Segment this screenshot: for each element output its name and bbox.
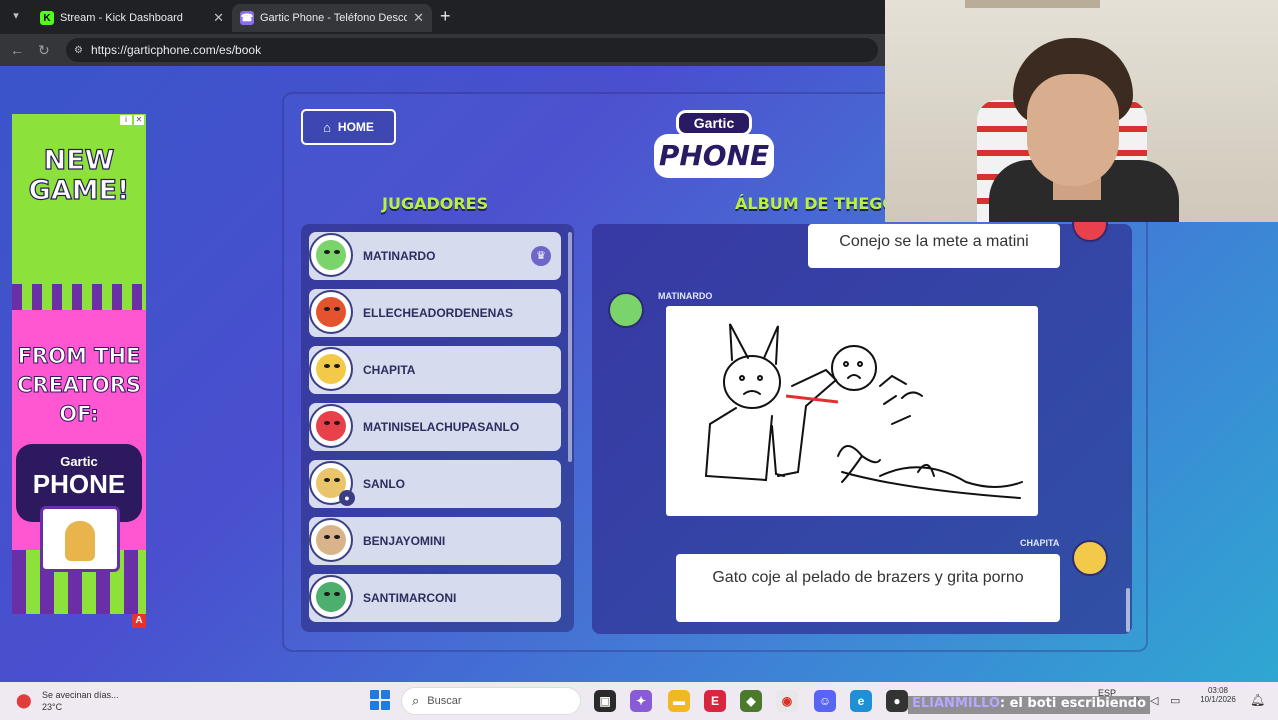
player-card[interactable]: SANTIMARCONI — [309, 574, 561, 622]
url-text: https://garticphone.com/es/book — [90, 43, 262, 57]
chat-overlay-text: : el boti escribiendo — [999, 696, 1147, 711]
avatar — [309, 347, 353, 391]
copilot-icon[interactable]: ✦ — [630, 690, 652, 712]
weather-temp: 23°C — [42, 702, 63, 712]
address-bar-row: ← ↻ ⚙ https://garticphone.com/es/book — [0, 34, 885, 66]
reload-icon[interactable]: ↻ — [38, 42, 50, 59]
search-placeholder: Buscar — [427, 695, 462, 707]
ad-logo-top: Gartic — [60, 454, 98, 469]
tab-gartic[interactable]: ☎ Gartic Phone - Teléfono Descompuesto ✕ — [232, 4, 432, 32]
discord-icon[interactable]: ☺ — [814, 690, 836, 712]
ad-headline: NEW GAME! — [28, 145, 130, 206]
drawing-canvas — [666, 306, 1038, 516]
logo-main-text: PHONE — [654, 134, 774, 178]
weather-alert-icon: ⬤ — [16, 692, 32, 708]
ad-close-icon[interactable]: ✕ — [134, 115, 144, 125]
ad-tagline: FROM THE CREATORS OF: — [16, 344, 142, 427]
tab-list-icon[interactable]: ▾ — [8, 9, 24, 25]
weather-widget[interactable]: ⬤ Se avecinan días... 23°C — [16, 686, 156, 716]
site-info-icon[interactable]: ⚙ — [74, 45, 83, 56]
ad-info-icon[interactable]: i — [120, 115, 132, 125]
obs-icon[interactable]: ● — [886, 690, 908, 712]
player-name: MATINISELACHUPASANLO — [363, 420, 520, 434]
ad-banner[interactable]: NEW GAME! FROM THE CREATORS OF: Gartic P… — [12, 114, 146, 614]
avatar — [1072, 540, 1108, 576]
avatar — [309, 404, 353, 448]
album-heading: ÁLBUM DE THEGO — [735, 194, 897, 213]
weather-text: Se avecinan días... — [42, 690, 119, 700]
player-name: SANLO — [363, 477, 405, 491]
player-card[interactable]: CHAPITA — [309, 346, 561, 394]
tab-title: Stream - Kick Dashboard — [60, 12, 183, 24]
players-list: MATINARDO ♛ ELLECHEADORDENENAS CHAPITA M… — [301, 224, 574, 632]
notification-icon[interactable]: 🔔︎ — [1250, 693, 1265, 707]
taskbar-search[interactable]: ⌕ Buscar — [401, 687, 581, 715]
player-name: SANTIMARCONI — [363, 591, 457, 605]
clock-time: 03:08 — [1207, 686, 1229, 695]
avatar — [309, 575, 353, 619]
tab-kick[interactable]: K Stream - Kick Dashboard ✕ — [32, 4, 232, 32]
task-view-icon[interactable]: ▣ — [594, 690, 616, 712]
message-bubble: Conejo se la mete a matini — [808, 224, 1060, 268]
player-card[interactable]: MATINISELACHUPASANLO — [309, 403, 561, 451]
avatar — [608, 292, 644, 328]
minecraft-icon[interactable]: ◆ — [740, 690, 762, 712]
search-icon: ⌕ — [412, 693, 420, 708]
logo-top-text: Gartic — [676, 110, 752, 136]
player-card[interactable]: MATINARDO ♛ — [309, 232, 561, 280]
players-heading: JUGADORES — [382, 194, 489, 213]
crown-icon: ♛ — [531, 246, 551, 266]
chat-overlay: ELIANMILLO: el boti escribiendo — [908, 696, 1151, 714]
calendar-illustration — [40, 506, 120, 572]
url-field[interactable]: ⚙ https://garticphone.com/es/book — [66, 38, 878, 62]
user-icon: ● — [339, 490, 355, 506]
new-tab-icon[interactable]: + — [440, 6, 451, 27]
taskbar-clock[interactable]: 03:08 10/1/2026 — [1196, 686, 1240, 704]
message-author: CHAPITA — [1020, 538, 1060, 548]
back-icon[interactable]: ← — [10, 42, 24, 58]
close-icon[interactable]: ✕ — [213, 10, 224, 26]
album-scrollbar[interactable] — [1126, 588, 1130, 632]
chat-overlay-name: ELIANMILLO — [912, 696, 1000, 711]
browser-tab-bar: ▾ K Stream - Kick Dashboard ✕ ☎ Gartic P… — [0, 0, 885, 34]
avatar — [309, 290, 353, 334]
kick-icon: K — [40, 11, 54, 25]
ad-stripe — [12, 284, 146, 310]
player-name: BENJAYOMINI — [363, 534, 446, 548]
battery-icon[interactable]: ▭ — [1170, 694, 1180, 707]
gartic-phone-logo: Gartic PHONE — [654, 110, 774, 184]
office-icon[interactable]: E — [704, 690, 726, 712]
clock-date: 10/1/2026 — [1200, 695, 1236, 704]
message-author: MATINARDO — [658, 291, 713, 301]
avatar — [309, 518, 353, 562]
player-card[interactable]: ● SANLO — [309, 460, 561, 508]
message-text: Conejo se la mete a matini — [839, 233, 1029, 250]
webcam-overlay — [885, 0, 1278, 222]
file-explorer-icon[interactable]: ▬ — [668, 690, 690, 712]
tab-title: Gartic Phone - Teléfono Descompuesto — [260, 12, 408, 24]
message-text: Gato coje al pelado de brazers y grita p… — [712, 569, 1024, 586]
close-icon[interactable]: ✕ — [413, 10, 424, 26]
volume-icon[interactable]: ◁ — [1150, 694, 1158, 707]
chrome-icon[interactable]: ◉ — [776, 690, 798, 712]
edge-icon[interactable]: e — [850, 690, 872, 712]
player-card[interactable]: ELLECHEADORDENENAS — [309, 289, 561, 337]
gartic-phone-icon: ☎ — [240, 11, 254, 25]
drawing-sketch — [704, 323, 1023, 499]
ad-logo-main: PHONE — [32, 469, 126, 499]
home-label: HOME — [337, 120, 374, 134]
player-name: CHAPITA — [363, 363, 416, 377]
windows-start-icon[interactable] — [370, 690, 390, 710]
home-button[interactable]: ⌂ HOME — [301, 109, 396, 145]
home-icon: ⌂ — [323, 119, 331, 135]
player-card[interactable]: BENJAYOMINI — [309, 517, 561, 565]
avatar — [309, 233, 353, 277]
adblock-icon[interactable]: A — [132, 614, 146, 628]
players-scrollbar[interactable] — [568, 232, 572, 462]
player-name: ELLECHEADORDENENAS — [363, 306, 514, 320]
player-name: MATINARDO — [363, 249, 436, 263]
message-bubble: Gato coje al pelado de brazers y grita p… — [676, 554, 1060, 622]
person-head — [1027, 74, 1119, 186]
